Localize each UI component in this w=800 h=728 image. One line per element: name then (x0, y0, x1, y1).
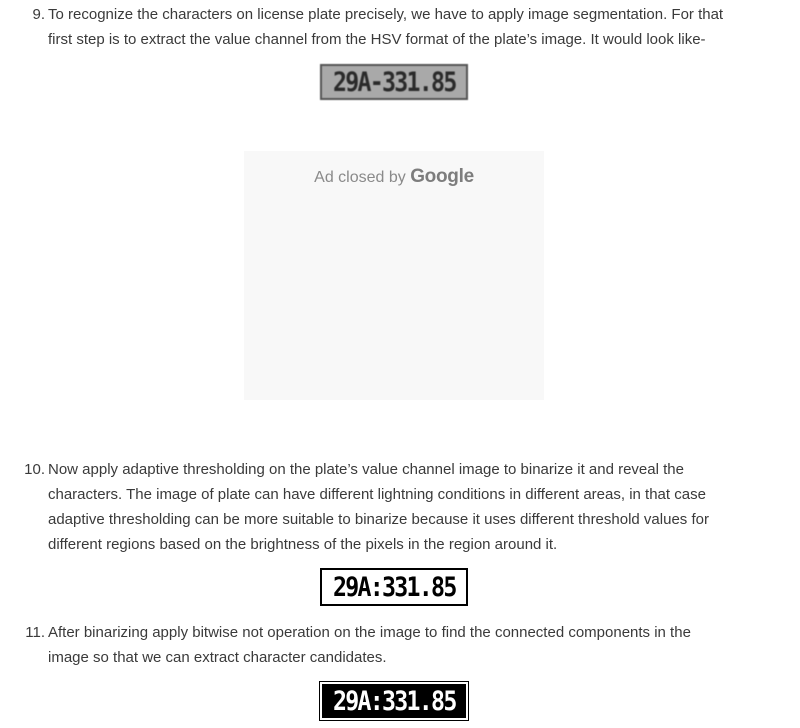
text-line: image so that we can extract character c… (48, 649, 387, 666)
ad-closed-label: Ad closed by Google (244, 166, 544, 188)
google-logo: Google (410, 166, 474, 187)
inverted-plate-image: 29A:331.85 (319, 681, 469, 721)
plate-text: 29A:331.85 (332, 685, 457, 717)
text-line: adaptive thresholding can be more suitab… (48, 511, 709, 528)
step-text: After binarizing apply bitwise not opera… (48, 620, 773, 670)
text-line: different regions based on the brightnes… (48, 536, 558, 553)
ad-placeholder: Ad closed by Google (244, 151, 544, 400)
step-number: 11. (25, 624, 45, 641)
article-page: { "steps": [ { "number": "9.", "lines": … (0, 0, 800, 728)
text-line: To recognize the characters on license p… (48, 6, 724, 23)
step-number: 10. (24, 461, 45, 478)
value-channel-plate-image: 29A-331.85 (320, 64, 468, 100)
plate-text: 29A:331.85 (332, 571, 457, 603)
binarized-plate-image: 29A:331.85 (320, 568, 468, 606)
text-line: Now apply adaptive thresholding on the p… (48, 461, 684, 478)
text-line: first step is to extract the value chann… (48, 31, 706, 48)
text-line: characters. The image of plate can have … (48, 486, 706, 503)
step-text: Now apply adaptive thresholding on the p… (48, 457, 773, 557)
step-number: 9. (32, 6, 45, 23)
ad-closed-text: Ad closed by (314, 169, 406, 186)
step-text: To recognize the characters on license p… (48, 2, 773, 52)
text-line: After binarizing apply bitwise not opera… (48, 624, 691, 641)
plate-text: 29A-331.85 (332, 66, 457, 98)
